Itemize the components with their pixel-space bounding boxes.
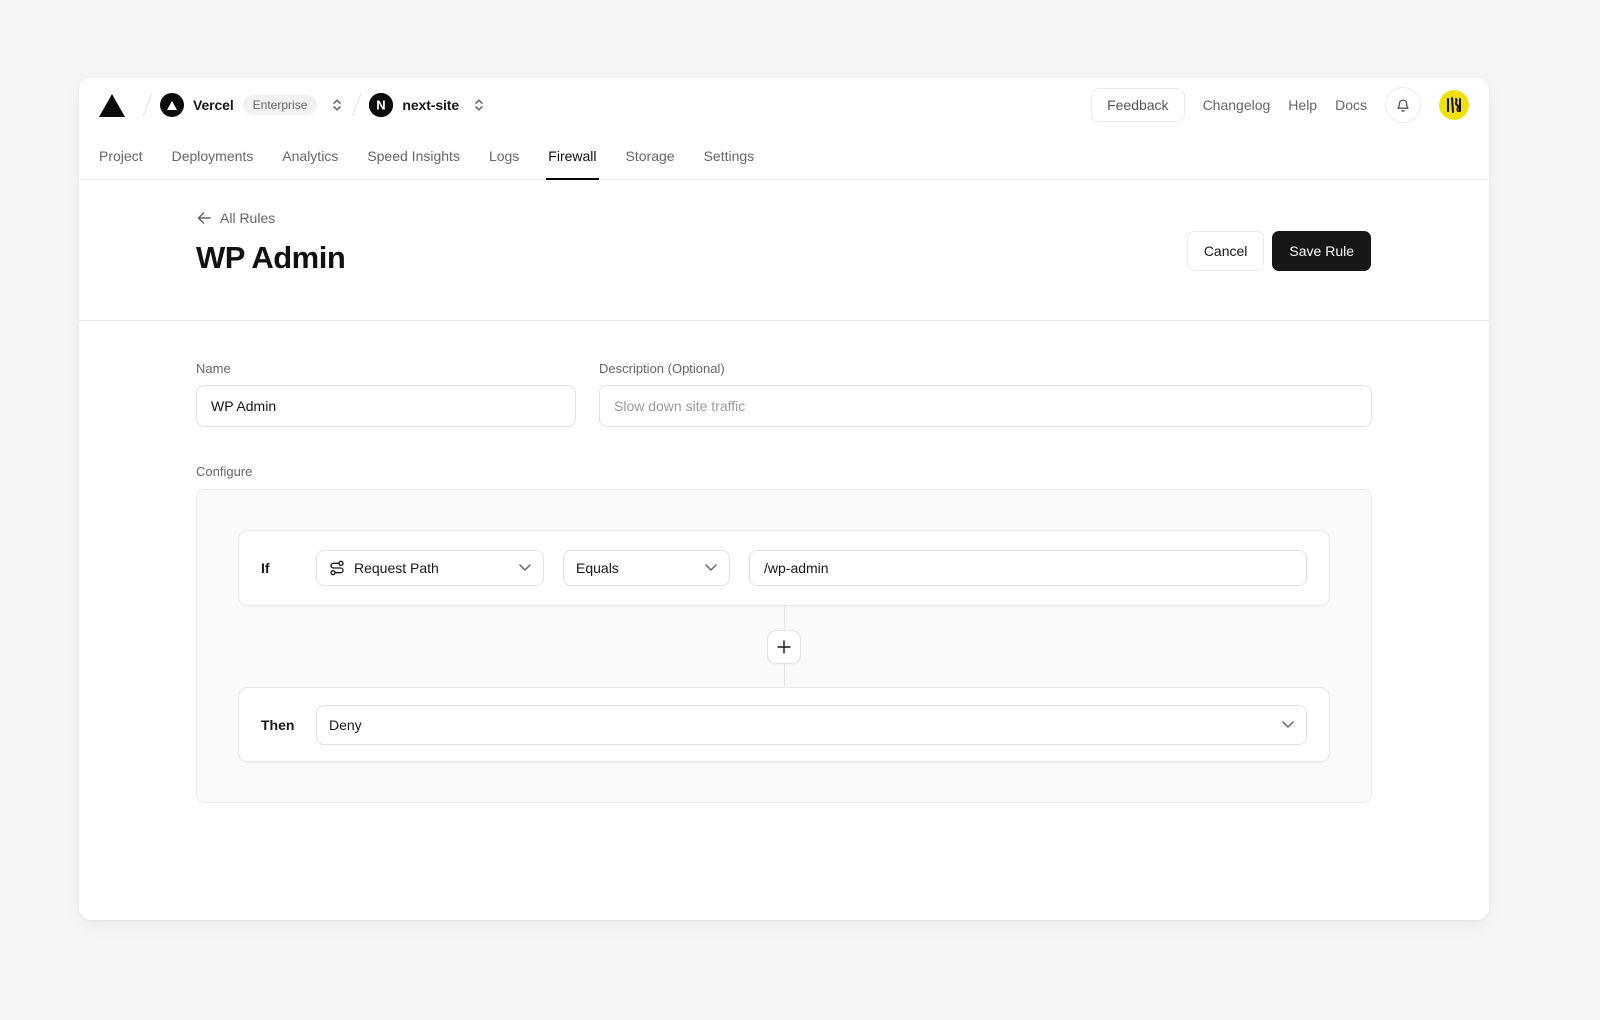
svg-text:N: N — [377, 98, 386, 113]
condition-field-select[interactable]: Request Path — [316, 550, 544, 586]
project-switcher[interactable]: N next-site — [369, 93, 486, 117]
condition-operator-select[interactable]: Equals — [563, 550, 730, 586]
chevron-down-icon — [705, 564, 717, 572]
condition-field-value: Request Path — [354, 560, 439, 576]
tab-analytics[interactable]: Analytics — [282, 132, 338, 179]
user-avatar[interactable] — [1439, 90, 1469, 120]
notifications-button[interactable] — [1385, 87, 1421, 123]
save-rule-button[interactable]: Save Rule — [1272, 231, 1371, 271]
name-label: Name — [196, 361, 576, 376]
docs-link[interactable]: Docs — [1335, 97, 1367, 113]
action-prefix: Then — [261, 717, 316, 733]
project-tabbar: Project Deployments Analytics Speed Insi… — [79, 132, 1489, 180]
description-input[interactable] — [599, 385, 1372, 427]
description-label: Description (Optional) — [599, 361, 1372, 376]
team-switcher[interactable]: Vercel Enterprise — [160, 93, 344, 117]
condition-value-input[interactable] — [749, 550, 1307, 586]
breadcrumb-slash-icon — [143, 94, 153, 117]
rule-form: Name Description (Optional) Configure If… — [79, 321, 1489, 803]
name-input[interactable] — [196, 385, 576, 427]
tab-speed-insights[interactable]: Speed Insights — [367, 132, 460, 179]
condition-card: If Request Path Equals — [238, 530, 1330, 606]
chevron-down-icon — [519, 564, 531, 572]
cancel-button[interactable]: Cancel — [1187, 231, 1265, 271]
vercel-logo-icon[interactable] — [99, 94, 125, 117]
dashboard-window: Vercel Enterprise N next-site Feedback C… — [79, 78, 1489, 920]
tab-storage[interactable]: Storage — [626, 132, 675, 179]
action-value: Deny — [329, 717, 362, 733]
action-card: Then Deny — [238, 687, 1330, 762]
top-header: Vercel Enterprise N next-site Feedback C… — [79, 78, 1489, 132]
project-selector-icon[interactable] — [472, 98, 486, 112]
action-select[interactable]: Deny — [316, 705, 1307, 745]
condition-operator-value: Equals — [576, 560, 619, 576]
tab-settings[interactable]: Settings — [704, 132, 755, 179]
back-to-all-rules-link[interactable]: All Rules — [196, 210, 275, 226]
changelog-link[interactable]: Changelog — [1203, 97, 1271, 113]
configure-label: Configure — [196, 464, 1372, 479]
plan-badge: Enterprise — [243, 95, 318, 115]
team-name[interactable]: Vercel — [193, 97, 234, 113]
tab-logs[interactable]: Logs — [489, 132, 519, 179]
back-arrow-icon — [196, 210, 212, 226]
tab-firewall[interactable]: Firewall — [548, 132, 596, 179]
plus-icon — [777, 640, 791, 654]
configure-card: If Request Path Equals — [196, 489, 1372, 803]
team-avatar — [160, 93, 184, 117]
chevron-down-icon — [1282, 721, 1294, 729]
team-selector-icon[interactable] — [330, 98, 344, 112]
rule-connector — [238, 606, 1330, 687]
feedback-button[interactable]: Feedback — [1091, 88, 1184, 122]
project-avatar: N — [369, 93, 393, 117]
route-icon — [329, 560, 345, 576]
condition-prefix: If — [261, 560, 316, 576]
add-condition-button[interactable] — [767, 630, 801, 664]
project-name[interactable]: next-site — [402, 97, 459, 113]
back-link-label: All Rules — [220, 210, 275, 226]
rule-hero: All Rules WP Admin Cancel Save Rule — [79, 180, 1489, 320]
bell-icon — [1395, 97, 1411, 113]
tab-project[interactable]: Project — [99, 132, 143, 179]
breadcrumb-slash-icon — [352, 94, 362, 117]
tab-deployments[interactable]: Deployments — [172, 132, 254, 179]
help-link[interactable]: Help — [1288, 97, 1317, 113]
